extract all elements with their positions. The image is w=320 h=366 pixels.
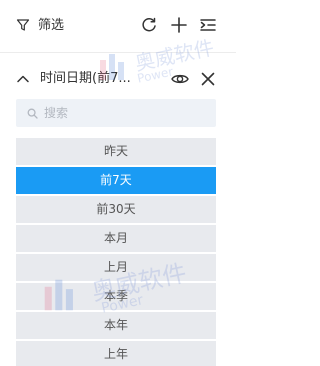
filter-icon xyxy=(16,19,30,31)
eye-icon[interactable] xyxy=(171,71,189,87)
option-yesterday[interactable]: 昨天 xyxy=(16,138,216,165)
search-icon xyxy=(27,108,38,119)
option-this-month[interactable]: 本月 xyxy=(16,225,216,252)
filter-header: 筛选 xyxy=(0,0,236,53)
option-last-year[interactable]: 上年 xyxy=(16,341,216,366)
panel-title: 筛选 xyxy=(38,18,65,33)
chevron-up-icon[interactable] xyxy=(16,72,30,86)
option-this-year[interactable]: 本年 xyxy=(16,312,216,339)
option-last-30-days[interactable]: 前30天 xyxy=(16,196,216,223)
search-box xyxy=(16,99,216,127)
close-icon[interactable] xyxy=(200,71,216,87)
search-input[interactable] xyxy=(44,99,210,127)
filter-panel: 筛选 时间日期(前7... 搜索 昨天 前7天 前30天 本月 上月 本季 本年… xyxy=(0,0,236,366)
refresh-icon[interactable] xyxy=(140,16,158,34)
option-last-month[interactable]: 上月 xyxy=(16,254,216,281)
option-last-7-days[interactable]: 前7天 xyxy=(16,167,216,194)
collapse-list-icon[interactable] xyxy=(199,16,217,34)
option-this-quarter[interactable]: 本季 xyxy=(16,283,216,310)
plus-icon[interactable] xyxy=(170,16,188,34)
date-option-list: 昨天 前7天 前30天 本月 上月 本季 本年 上年 xyxy=(16,138,216,366)
filter-section-header: 时间日期(前7... xyxy=(0,62,236,96)
section-title[interactable]: 时间日期(前7... xyxy=(40,70,131,88)
